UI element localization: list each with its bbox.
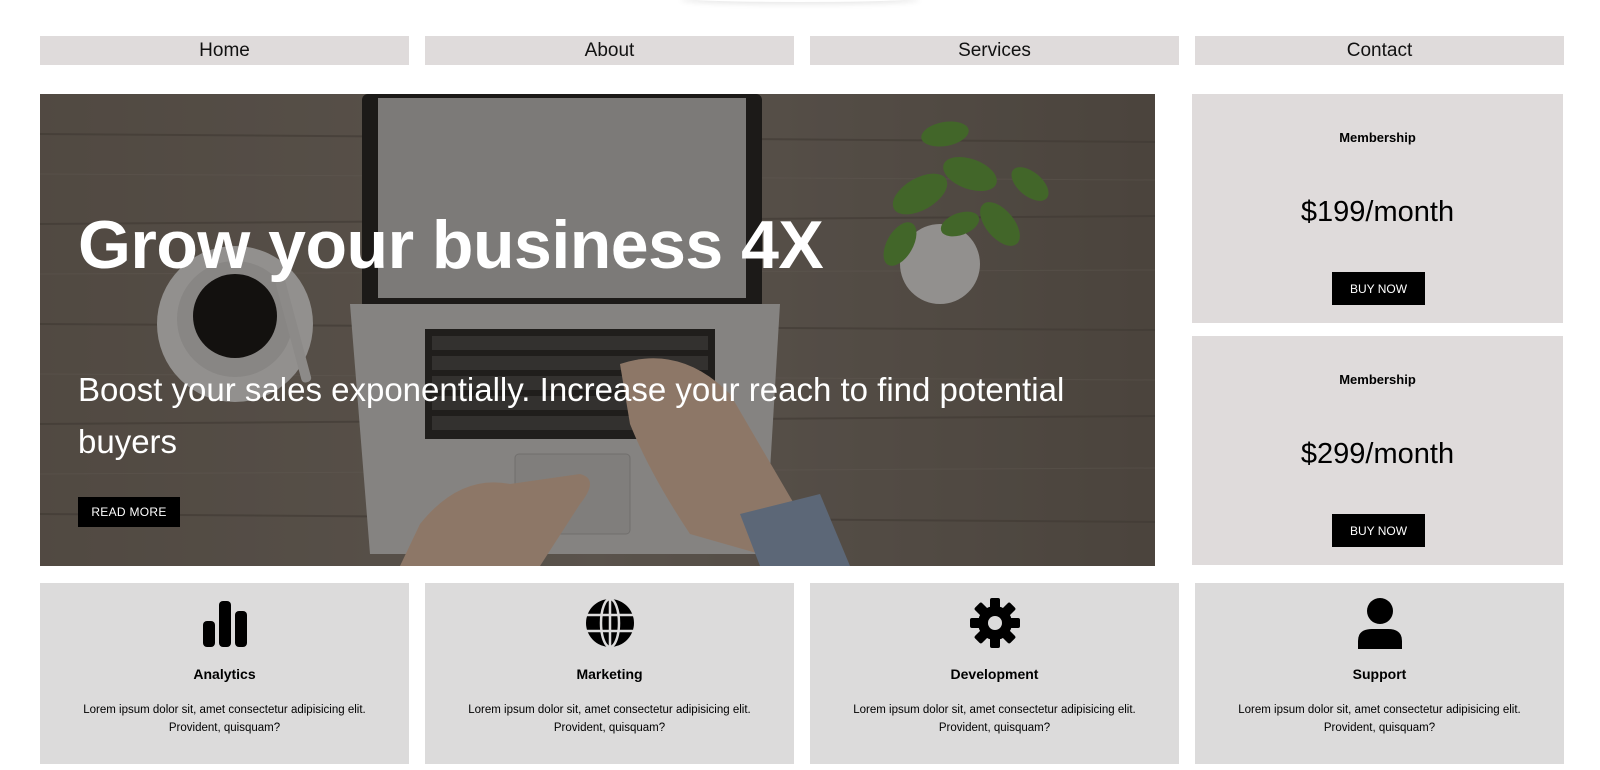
buy-now-button[interactable]: BUY NOW — [1332, 272, 1425, 305]
page: Home About Services Contact Grow your bu… — [0, 0, 1600, 770]
feature-card-support: Support Lorem ipsum dolor sit, amet cons… — [1195, 583, 1564, 764]
features-row: Analytics Lorem ipsum dolor sit, amet co… — [40, 583, 1564, 764]
hero-banner: Grow your business 4X Boost your sales e… — [40, 94, 1155, 566]
feature-description: Lorem ipsum dolor sit, amet consectetur … — [468, 704, 751, 734]
feature-card-marketing: Marketing Lorem ipsum dolor sit, amet co… — [425, 583, 794, 764]
feature-title: Support — [1352, 666, 1407, 682]
nav-services[interactable]: Services — [810, 36, 1179, 65]
top-shadow — [680, 0, 920, 2]
bar-chart-icon — [202, 601, 247, 647]
membership-card-199: Membership $199/month BUY NOW — [1192, 94, 1563, 323]
feature-description: Lorem ipsum dolor sit, amet consectetur … — [1238, 704, 1521, 734]
buy-now-button[interactable]: BUY NOW — [1332, 514, 1425, 547]
plan-label: Membership — [1339, 130, 1416, 145]
feature-title: Analytics — [193, 666, 256, 682]
globe-icon — [585, 597, 634, 649]
nav-home[interactable]: Home — [40, 36, 409, 65]
feature-card-development: Development Lorem ipsum dolor sit, amet … — [810, 583, 1179, 764]
main-nav: Home About Services Contact — [40, 36, 1564, 65]
hero-title: Grow your business 4X — [78, 207, 824, 283]
plan-price: $199/month — [1300, 196, 1455, 228]
feature-description: Lorem ipsum dolor sit, amet consectetur … — [853, 704, 1136, 734]
feature-description: Lorem ipsum dolor sit, amet consectetur … — [83, 704, 366, 734]
gear-icon — [969, 598, 1020, 648]
nav-contact[interactable]: Contact — [1195, 36, 1564, 65]
plan-label: Membership — [1339, 372, 1416, 387]
read-more-button[interactable]: READ MORE — [78, 497, 180, 527]
feature-card-analytics: Analytics Lorem ipsum dolor sit, amet co… — [40, 583, 409, 764]
membership-card-299: Membership $299/month BUY NOW — [1192, 336, 1563, 565]
hero-subtitle: Boost your sales exponentially. Increase… — [78, 371, 1065, 460]
hero-dark-overlay — [40, 94, 1155, 566]
plan-price: $299/month — [1300, 438, 1455, 470]
feature-title: Development — [950, 666, 1039, 682]
nav-about[interactable]: About — [425, 36, 794, 65]
user-icon — [1357, 598, 1402, 649]
feature-title: Marketing — [576, 666, 643, 682]
